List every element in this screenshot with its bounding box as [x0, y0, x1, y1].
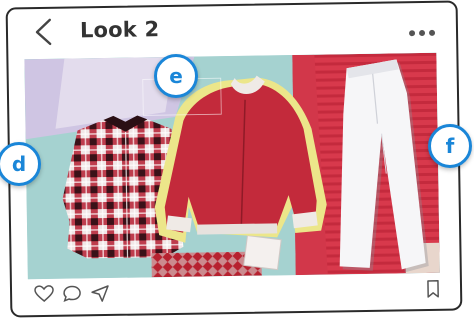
post-actions: [12, 274, 460, 311]
tag-f-badge[interactable]: f: [428, 124, 472, 168]
send-icon[interactable]: [90, 284, 110, 302]
price-tag: [243, 235, 282, 271]
more-dots-icon[interactable]: [408, 29, 436, 37]
post-screen: Look 2 d e f: [0, 0, 474, 324]
tag-e-badge[interactable]: e: [154, 54, 198, 98]
post-title: Look 2: [79, 17, 160, 43]
bookmark-icon[interactable]: [426, 279, 440, 299]
post-card: Look 2: [5, 0, 463, 318]
post-header: Look 2: [8, 3, 457, 56]
chevron-left-icon[interactable]: [32, 17, 54, 47]
post-photo: [24, 52, 440, 280]
comment-icon[interactable]: [62, 284, 82, 302]
heart-icon[interactable]: [34, 285, 54, 303]
